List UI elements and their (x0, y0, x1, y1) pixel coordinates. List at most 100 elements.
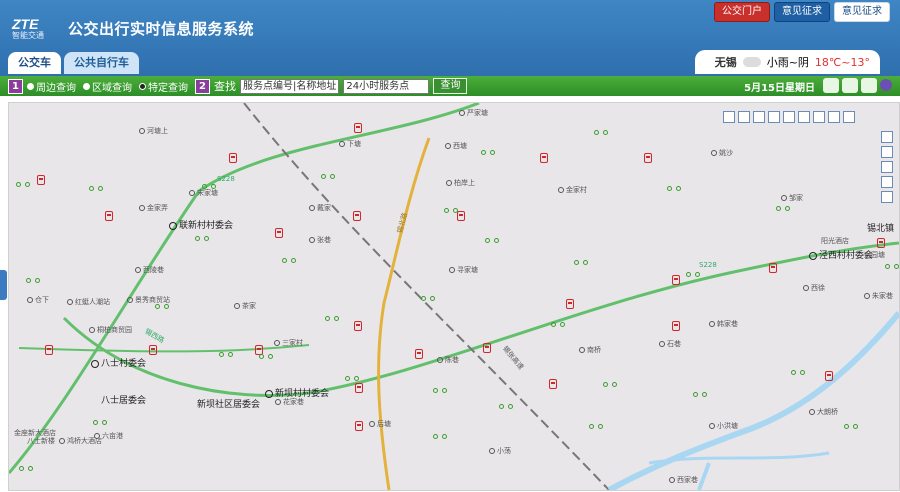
bus-stop-icon[interactable] (672, 321, 680, 331)
map-tool-icon[interactable] (753, 111, 765, 123)
map-tool-icon[interactable] (843, 111, 855, 123)
side-panel-toggle[interactable] (0, 270, 7, 300)
search-input[interactable]: 服务点编号|名称地址 (240, 78, 340, 94)
bus-stop-icon[interactable] (354, 123, 362, 133)
zte-logo: ZTE 智能交通 (12, 16, 64, 40)
bus-stop-icon[interactable] (354, 321, 362, 331)
bike-station-icon[interactable] (219, 349, 233, 358)
map-tool-icon[interactable] (768, 111, 780, 123)
bike-station-icon[interactable] (19, 463, 33, 472)
bus-stop-icon[interactable] (540, 153, 548, 163)
bike-station-icon[interactable] (485, 235, 499, 244)
bike-station-icon[interactable] (195, 233, 209, 242)
query-button[interactable]: 查询 (433, 78, 468, 94)
bike-station-icon[interactable] (594, 127, 608, 136)
bike-station-icon[interactable] (16, 179, 30, 188)
arrow-icon[interactable] (842, 78, 858, 93)
toolbar-icons (823, 78, 892, 93)
bus-stop-icon[interactable] (105, 211, 113, 221)
bus-stop-icon[interactable] (355, 383, 363, 393)
bike-station-icon[interactable] (551, 319, 565, 328)
bus-stop-icon[interactable] (457, 211, 465, 221)
weather-city: 无锡 (714, 56, 737, 69)
map-canvas[interactable]: 联新村村委会 八士村委会 八士居委会 新坝村村委会 新坝社区居委会 锡北镇 泾西… (8, 102, 900, 491)
zoom-in-icon[interactable] (881, 131, 893, 143)
poi-label: 下塘 (339, 139, 361, 149)
poi-label: 花家巷 (275, 397, 304, 407)
map-tool-icon[interactable] (723, 111, 735, 123)
bike-station-icon[interactable] (574, 257, 588, 266)
bike-station-icon[interactable] (589, 421, 603, 430)
pan-icon[interactable] (881, 161, 893, 173)
bus-stop-icon[interactable] (415, 349, 423, 359)
bike-station-icon[interactable] (433, 431, 447, 440)
bus-stop-icon[interactable] (644, 153, 652, 163)
bike-station-icon[interactable] (325, 313, 339, 322)
bike-station-icon[interactable] (433, 385, 447, 394)
bus-stop-icon[interactable] (672, 275, 680, 285)
bus-stop-icon[interactable] (549, 379, 557, 389)
map-tool-icon[interactable] (738, 111, 750, 123)
bike-station-icon[interactable] (155, 301, 169, 310)
bike-station-icon[interactable] (686, 269, 700, 278)
bus-stop-icon[interactable] (825, 371, 833, 381)
bus-stop-icon[interactable] (353, 211, 361, 221)
bus-stop-icon[interactable] (45, 345, 53, 355)
bike-station-icon[interactable] (499, 401, 513, 410)
bike-icon[interactable] (823, 78, 839, 93)
map-tool-icon[interactable] (798, 111, 810, 123)
bus-stop-icon[interactable] (275, 228, 283, 238)
poi-label: 西陵巷 (135, 265, 164, 275)
bus-stop-icon[interactable] (229, 153, 237, 163)
bike-station-icon[interactable] (844, 421, 858, 430)
bus-portal-button[interactable]: 公交门户 (714, 2, 770, 22)
search-label: 查找 (214, 80, 236, 93)
bike-station-icon[interactable] (481, 147, 495, 156)
bike-station-icon[interactable] (603, 379, 617, 388)
bus-stop-icon[interactable] (769, 263, 777, 273)
locate-icon[interactable] (881, 191, 893, 203)
poi-label: 金家弄 (139, 203, 168, 213)
poi-label: 朱家巷 (864, 291, 893, 301)
map-tool-icon[interactable] (813, 111, 825, 123)
bike-station-icon[interactable] (791, 367, 805, 376)
bus-stop-icon[interactable] (566, 299, 574, 309)
map-tools-top (723, 111, 855, 123)
zoom-out-icon[interactable] (881, 146, 893, 158)
feedback-button[interactable]: 意见征求 (774, 2, 830, 22)
service-type-select[interactable]: 24小时服务点 (343, 78, 430, 94)
bike-station-icon[interactable] (885, 261, 899, 270)
bike-station-icon[interactable] (421, 293, 435, 302)
layer-icon[interactable] (881, 176, 893, 188)
bus-stop-icon[interactable] (483, 343, 491, 353)
bus-stop-icon[interactable] (37, 175, 45, 185)
radio-nearby[interactable]: 周边查询 (27, 79, 76, 94)
bike-station-icon[interactable] (345, 373, 359, 382)
bike-station-icon[interactable] (259, 351, 273, 360)
bike-station-icon[interactable] (89, 183, 103, 192)
radio-area[interactable]: 区域查询 (83, 79, 132, 94)
bus-stop-icon[interactable] (877, 238, 885, 248)
bike-station-icon[interactable] (667, 183, 681, 192)
mode-tabs: 公交车 公共自行车 (8, 52, 139, 74)
feedback-button-2[interactable]: 意见征求 (834, 2, 890, 22)
bike-station-icon[interactable] (282, 255, 296, 264)
tab-public-bike[interactable]: 公共自行车 (64, 52, 139, 74)
map-label: 新坝社区居委会 (197, 400, 261, 410)
bike-station-icon[interactable] (26, 275, 40, 284)
user-icon[interactable] (880, 79, 892, 91)
bike-station-icon[interactable] (693, 389, 707, 398)
bike-station-icon[interactable] (776, 203, 790, 212)
monitor-icon[interactable] (861, 78, 877, 93)
map-tool-icon[interactable] (783, 111, 795, 123)
radio-specific[interactable]: 特定查询 (139, 79, 188, 94)
bus-stop-icon[interactable] (355, 421, 363, 431)
tab-bus[interactable]: 公交车 (8, 52, 61, 74)
bus-stop-icon[interactable] (149, 345, 157, 355)
bike-station-icon[interactable] (321, 171, 335, 180)
bike-station-icon[interactable] (444, 205, 458, 214)
bike-station-icon[interactable] (202, 181, 216, 190)
step-1-badge: 1 (8, 78, 23, 94)
bike-station-icon[interactable] (93, 417, 107, 426)
map-tool-icon[interactable] (828, 111, 840, 123)
